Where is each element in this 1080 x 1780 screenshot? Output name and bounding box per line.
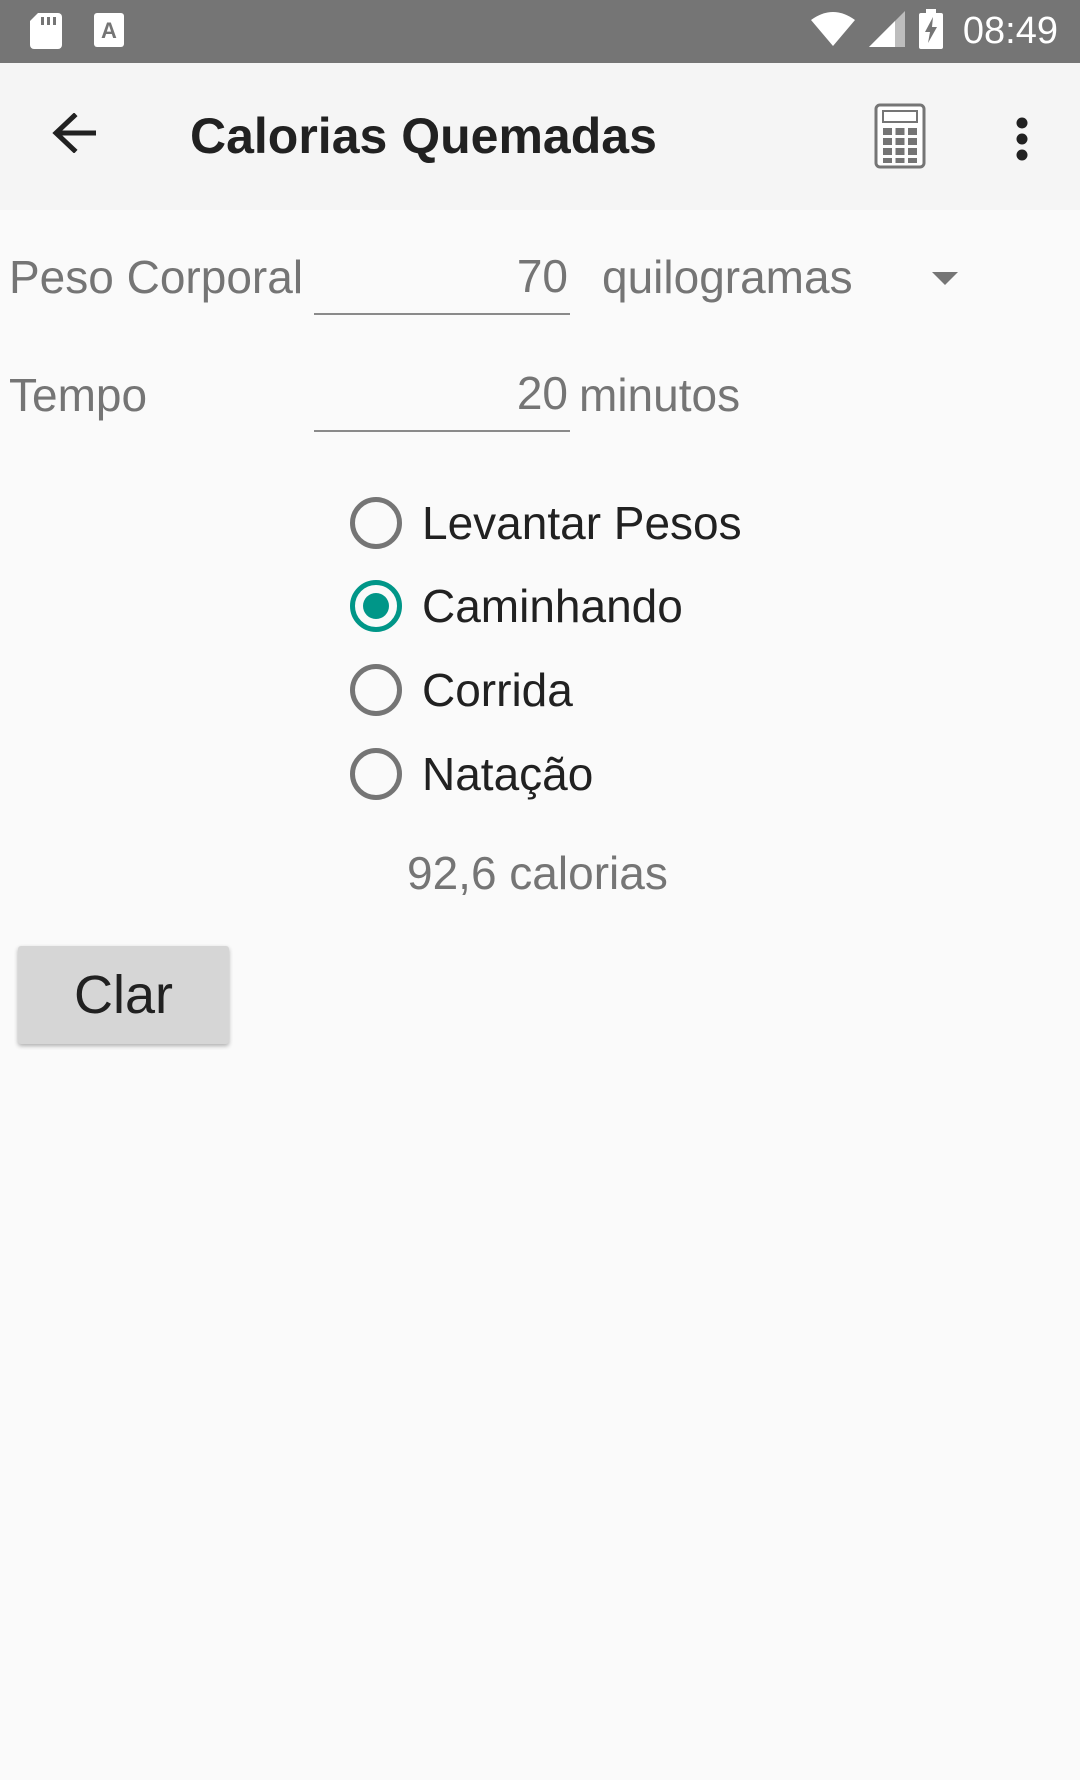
radio-label: Natação xyxy=(422,748,594,800)
weight-label: Peso Corporal xyxy=(9,251,304,303)
radio-label: Corrida xyxy=(422,664,573,716)
dropdown-arrow-icon[interactable] xyxy=(930,268,960,288)
sd-card-icon xyxy=(30,13,62,54)
time-label: Tempo xyxy=(9,369,148,421)
signal-icon xyxy=(868,11,905,52)
time-input[interactable]: 20 xyxy=(314,354,570,432)
calculator-icon xyxy=(874,103,926,173)
clear-button[interactable]: Clar xyxy=(18,946,229,1044)
more-vertical-icon xyxy=(1015,117,1029,166)
radio-button-icon[interactable] xyxy=(350,664,402,716)
radio-natacao[interactable]: Natação xyxy=(350,744,593,804)
more-options-button[interactable] xyxy=(1000,111,1044,171)
app-bar: Calorias Quemadas xyxy=(0,63,1080,210)
radio-caminhando[interactable]: Caminhando xyxy=(350,576,683,636)
radio-levantar-pesos[interactable]: Levantar Pesos xyxy=(350,493,742,553)
status-notifications: A xyxy=(30,13,124,54)
back-arrow-icon xyxy=(52,111,97,158)
wifi-icon xyxy=(810,12,855,51)
svg-text:A: A xyxy=(101,18,117,43)
time-unit: minutos xyxy=(579,369,741,421)
radio-button-icon[interactable] xyxy=(350,497,402,549)
radio-label: Caminhando xyxy=(422,580,683,632)
radio-corrida[interactable]: Corrida xyxy=(350,660,573,720)
status-time: 08:49 xyxy=(962,10,1058,52)
weight-unit-select[interactable]: quilogramas xyxy=(602,250,853,304)
radio-button-checked-icon[interactable] xyxy=(350,580,402,632)
status-bar: A 08:49 xyxy=(0,0,1080,63)
calculator-button[interactable] xyxy=(874,103,926,169)
battery-charging-icon xyxy=(918,9,943,54)
back-button[interactable] xyxy=(44,105,104,165)
result-text: 92,6 calorias xyxy=(407,847,668,899)
radio-button-icon[interactable] xyxy=(350,748,402,800)
status-system: 08:49 xyxy=(810,0,1058,63)
a-text-icon: A xyxy=(94,13,124,54)
page-title: Calorias Quemadas xyxy=(190,108,657,164)
radio-label: Levantar Pesos xyxy=(422,497,742,549)
weight-input[interactable]: 70 xyxy=(314,237,570,315)
